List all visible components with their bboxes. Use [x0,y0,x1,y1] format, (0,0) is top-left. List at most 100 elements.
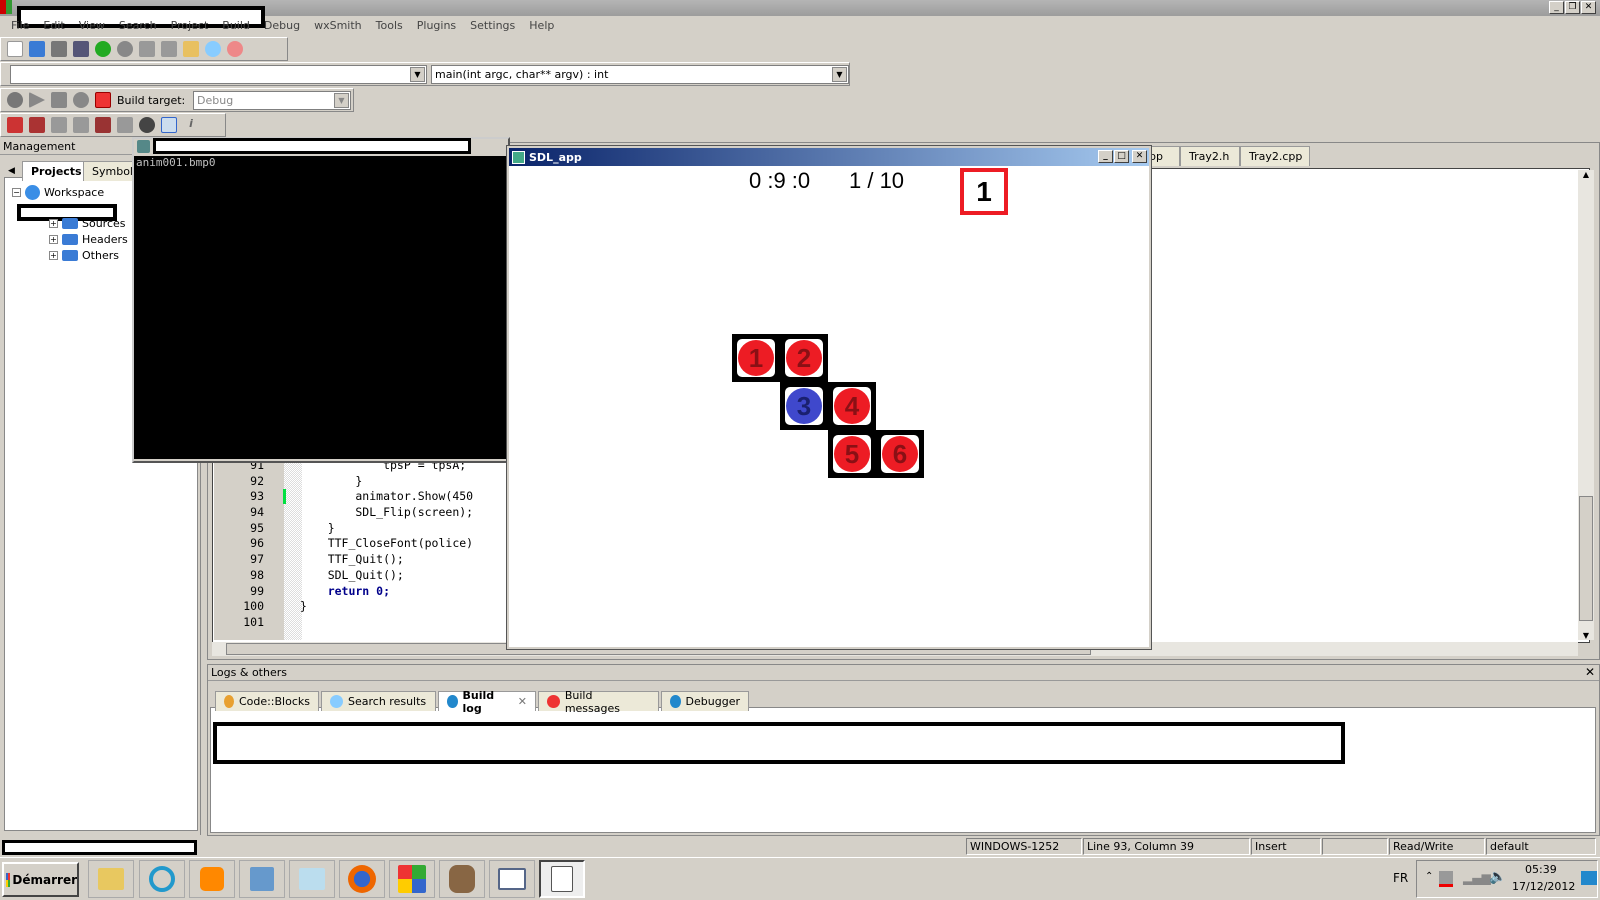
power-icon[interactable] [1439,871,1453,887]
tree-item-headers[interactable]: + Headers [49,233,128,246]
scroll-down-icon[interactable]: ▼ [1578,631,1594,640]
taskbar-gimp[interactable] [439,860,485,898]
taskbar-console[interactable] [489,860,535,898]
close-tab-icon[interactable]: ✕ [518,695,527,708]
run-icon[interactable] [29,92,45,108]
taskbar-notepad[interactable] [289,860,335,898]
tile[interactable]: 1 [732,334,780,382]
expand-icon[interactable]: + [49,235,58,244]
redo-icon[interactable] [117,41,133,57]
copy-icon[interactable] [161,41,177,57]
minimize-button[interactable]: _ [1549,1,1564,14]
tile-face: 1 [737,339,775,377]
collapse-icon[interactable]: − [12,188,21,197]
build-run-icon[interactable] [51,92,67,108]
paste-icon[interactable] [183,41,199,57]
network-signal-icon[interactable]: ▂▄▆ [1463,871,1491,885]
menu-debug[interactable]: Debug [257,17,307,35]
log-tab-search-results[interactable]: Search results [321,691,436,711]
rebuild-icon[interactable] [73,92,89,108]
close-logs-icon[interactable]: ✕ [1585,665,1595,679]
expand-icon[interactable]: + [49,251,58,260]
start-button[interactable]: Démarrer [2,862,79,897]
tile[interactable]: 4 [828,382,876,430]
menu-edit[interactable]: Edit [36,17,71,35]
volume-icon[interactable]: 🔈 [1489,869,1506,885]
show-hidden-icons-icon[interactable]: ⌃ [1425,871,1433,882]
build-icon[interactable] [7,92,23,108]
sdl-app-window: SDL_app _ □ ✕ 0 :9 :0 1 / 10 1 123456 [506,145,1152,650]
run-to-cursor-icon[interactable] [29,117,45,133]
scope-combo[interactable]: ▼ [10,65,427,84]
tree-item-sources[interactable]: + Sources [49,217,126,230]
function-combo[interactable]: main(int argc, char** argv) : int ▼ [431,65,849,84]
scroll-up-icon[interactable]: ▲ [1578,170,1594,179]
log-tab-code-blocks[interactable]: Code::Blocks [215,691,319,711]
menu-project[interactable]: Project [164,17,216,35]
line-number: 101 [243,614,264,629]
menu-wxsmith[interactable]: wxSmith [307,17,369,35]
abort-icon[interactable] [95,92,111,108]
find-icon[interactable] [205,41,221,57]
maximize-button[interactable]: □ [1114,150,1129,163]
editor-tab[interactable]: Tray2.h [1180,146,1240,166]
show-desktop-icon[interactable] [1581,871,1597,885]
tile[interactable]: 6 [876,430,924,478]
log-tab-build-messages[interactable]: Build messages [538,689,659,715]
taskbar-sdl-app[interactable] [539,860,585,898]
cut-icon[interactable] [139,41,155,57]
tree-item-workspace[interactable]: − Workspace [12,185,104,200]
scrollbar-thumb[interactable] [1579,496,1593,621]
menu-view[interactable]: View [72,17,112,35]
menu-help[interactable]: Help [522,17,561,35]
editor-tab[interactable]: Tray2.cpp [1240,146,1310,166]
info-icon[interactable]: i [183,117,199,133]
log-tab-debugger[interactable]: Debugger [661,691,749,711]
debug-windows-icon[interactable] [161,117,177,133]
tab-scroll-left-icon[interactable]: ◀ [8,166,15,176]
undo-icon[interactable] [95,41,111,57]
new-file-icon[interactable] [7,41,23,57]
tile-ball: 5 [834,436,870,472]
folder-icon [62,218,78,229]
tree-item-others[interactable]: + Others [49,249,119,262]
taskbar-ie[interactable] [139,860,185,898]
next-line-icon[interactable] [51,117,67,133]
expand-icon[interactable]: + [49,219,58,228]
minimize-button[interactable]: _ [1098,150,1113,163]
next-instruction-icon[interactable] [117,117,133,133]
clock-time[interactable]: 05:39 [1525,863,1557,876]
replace-icon[interactable] [227,41,243,57]
restore-button[interactable]: ❐ [1565,1,1580,14]
taskbar-app[interactable] [239,860,285,898]
step-into-icon[interactable] [73,117,89,133]
open-icon[interactable] [29,41,45,57]
close-button[interactable]: ✕ [1581,1,1596,14]
menu-search[interactable]: Search [112,17,164,35]
step-out-icon[interactable] [95,117,111,133]
save-all-icon[interactable] [73,41,89,57]
tile[interactable]: 3 [780,382,828,430]
taskbar-media-player[interactable] [189,860,235,898]
taskbar-explorer[interactable] [88,860,134,898]
build-target-combo[interactable]: Debug ▼ [193,91,351,110]
menu-file[interactable]: File [4,17,36,35]
menu-build[interactable]: Build [215,17,257,35]
vertical-scrollbar[interactable]: ▲ ▼ [1578,170,1594,640]
save-icon[interactable] [51,41,67,57]
stop-debugger-icon[interactable] [139,117,155,133]
clock-date[interactable]: 17/12/2012 [1512,880,1575,893]
menu-tools[interactable]: Tools [369,17,410,35]
close-button[interactable]: ✕ [1132,150,1147,163]
menu-plugins[interactable]: Plugins [410,17,463,35]
taskbar-codeblocks[interactable] [389,860,435,898]
taskbar-firefox[interactable] [339,860,385,898]
debug-icon[interactable] [7,117,23,133]
menu-settings[interactable]: Settings [463,17,522,35]
log-tab-build-log[interactable]: Build log ✕ [438,689,536,715]
tile[interactable]: 5 [828,430,876,478]
tab-icon [224,695,234,708]
language-indicator[interactable]: FR [1393,871,1408,885]
tab-projects[interactable]: Projects [22,161,91,181]
tile[interactable]: 2 [780,334,828,382]
